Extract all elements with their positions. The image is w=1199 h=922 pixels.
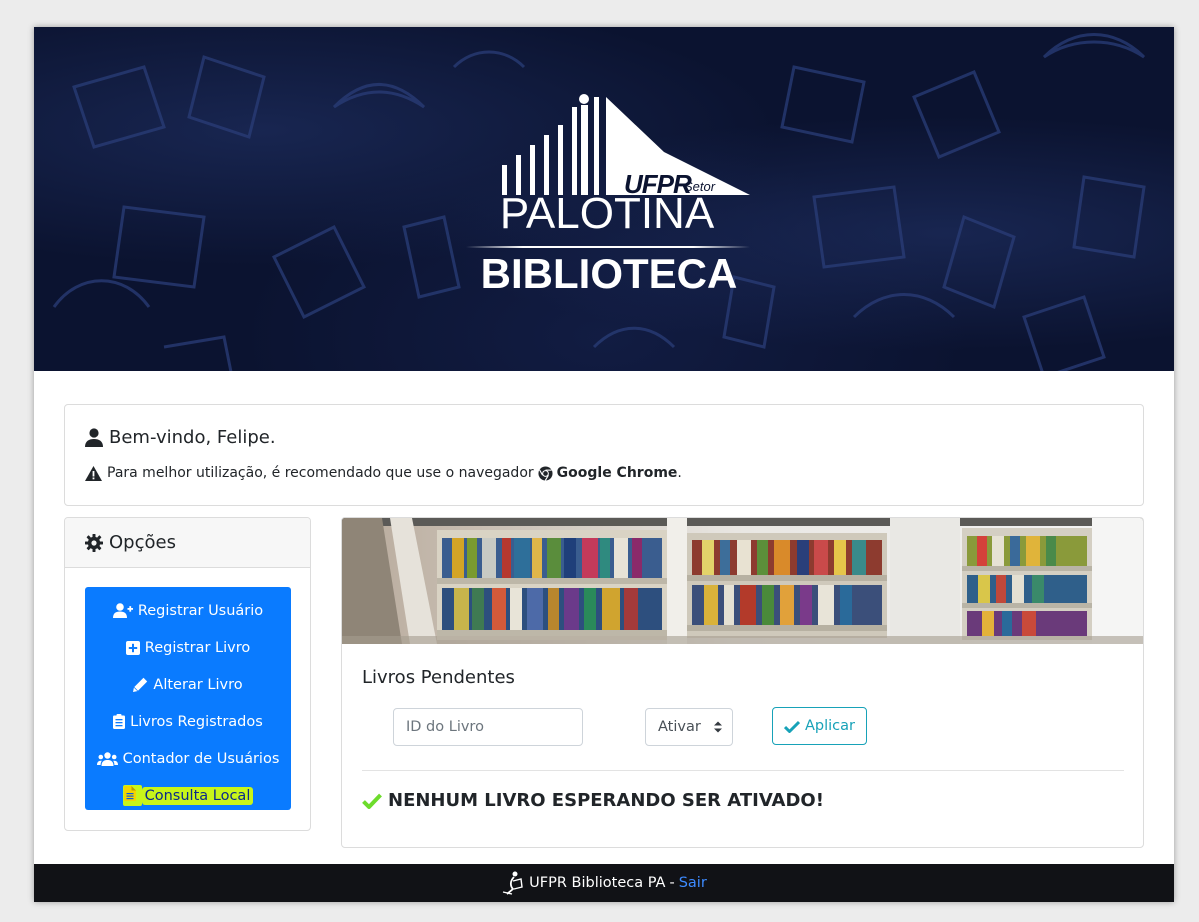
- options-title: Opções: [109, 532, 176, 553]
- menu-item-label: Registrar Livro: [144, 639, 251, 656]
- highlight-marker: [122, 785, 142, 806]
- menu-item-registrar-livro[interactable]: Registrar Livro: [85, 629, 291, 666]
- welcome-text: Bem-vindo, Felipe.: [109, 427, 276, 448]
- options-menu: Registrar Usuário Registrar Livro Altera…: [85, 587, 291, 810]
- action-select[interactable]: Ativar: [645, 708, 733, 746]
- gear-icon: [85, 533, 103, 552]
- logo-divider: [466, 246, 750, 248]
- chrome-icon: [538, 465, 553, 481]
- recommendation-text: Para melhor utilização, é recomendado qu…: [107, 465, 534, 481]
- footer-site-name: UFPR Biblioteca PA: [529, 875, 666, 891]
- action-select-value: Ativar: [658, 719, 701, 735]
- status-text: NENHUM LIVRO ESPERANDO SER ATIVADO!: [388, 790, 824, 811]
- menu-item-alterar-livro[interactable]: Alterar Livro: [85, 666, 291, 703]
- logout-link[interactable]: Sair: [679, 875, 707, 891]
- menu-item-livros-registrados[interactable]: Livros Registrados: [85, 703, 291, 740]
- reader-logo-icon: [503, 871, 523, 895]
- menu-item-consulta-local[interactable]: Consulta Local: [85, 777, 291, 814]
- welcome-card: Bem-vindo, Felipe. Para melhor utilizaçã…: [64, 404, 1144, 506]
- menu-item-label: Alterar Livro: [153, 676, 243, 693]
- library-shelves-image: [342, 518, 1143, 644]
- file-icon: [123, 786, 136, 801]
- logo-palotina-text: PALOTINA: [499, 189, 715, 238]
- options-panel: Opções Registrar Usuário Registrar Livro: [64, 517, 311, 831]
- recommendation-suffix: .: [677, 465, 682, 481]
- welcome-title: Bem-vindo, Felipe.: [85, 427, 276, 448]
- options-header: Opções: [65, 518, 310, 568]
- check-icon: [784, 720, 800, 733]
- menu-item-contador-usuarios[interactable]: Contador de Usuários: [85, 740, 291, 777]
- menu-item-registrar-usuario[interactable]: Registrar Usuário: [85, 592, 291, 629]
- check-icon: [362, 793, 382, 809]
- logo-biblioteca-text: BIBLIOTECA: [480, 250, 738, 297]
- footer-separator: -: [669, 875, 675, 891]
- warning-icon: [85, 465, 102, 481]
- header-banner: UFPR Setor PALOTINA BIBLIOTECA: [34, 27, 1174, 371]
- menu-item-label: Contador de Usuários: [122, 750, 280, 767]
- select-caret-icon: [714, 721, 722, 733]
- page: UFPR Setor PALOTINA BIBLIOTECA Bem-vindo…: [34, 27, 1174, 902]
- pending-books-card: Livros Pendentes Ativar Aplicar NENHUM L…: [341, 517, 1144, 848]
- menu-item-label: Livros Registrados: [130, 713, 263, 730]
- apply-button[interactable]: Aplicar: [772, 707, 867, 745]
- user-icon: [85, 428, 103, 447]
- section-divider: [362, 770, 1124, 771]
- browser-recommendation: Para melhor utilização, é recomendado qu…: [85, 465, 682, 481]
- users-icon: [96, 751, 118, 766]
- menu-item-label: Consulta Local: [141, 786, 254, 805]
- footer: UFPR Biblioteca PA - Sair: [34, 864, 1174, 902]
- pending-status-message: NENHUM LIVRO ESPERANDO SER ATIVADO!: [362, 790, 824, 811]
- book-id-input[interactable]: [393, 708, 583, 746]
- user-plus-icon: [112, 603, 133, 618]
- plus-square-icon: [125, 640, 140, 655]
- apply-button-label: Aplicar: [805, 718, 855, 734]
- pending-title: Livros Pendentes: [362, 667, 515, 688]
- browser-name: Google Chrome: [556, 465, 678, 481]
- clipboard-list-icon: [113, 714, 126, 729]
- menu-item-label: Registrar Usuário: [137, 602, 264, 619]
- pencil-icon: [133, 677, 148, 692]
